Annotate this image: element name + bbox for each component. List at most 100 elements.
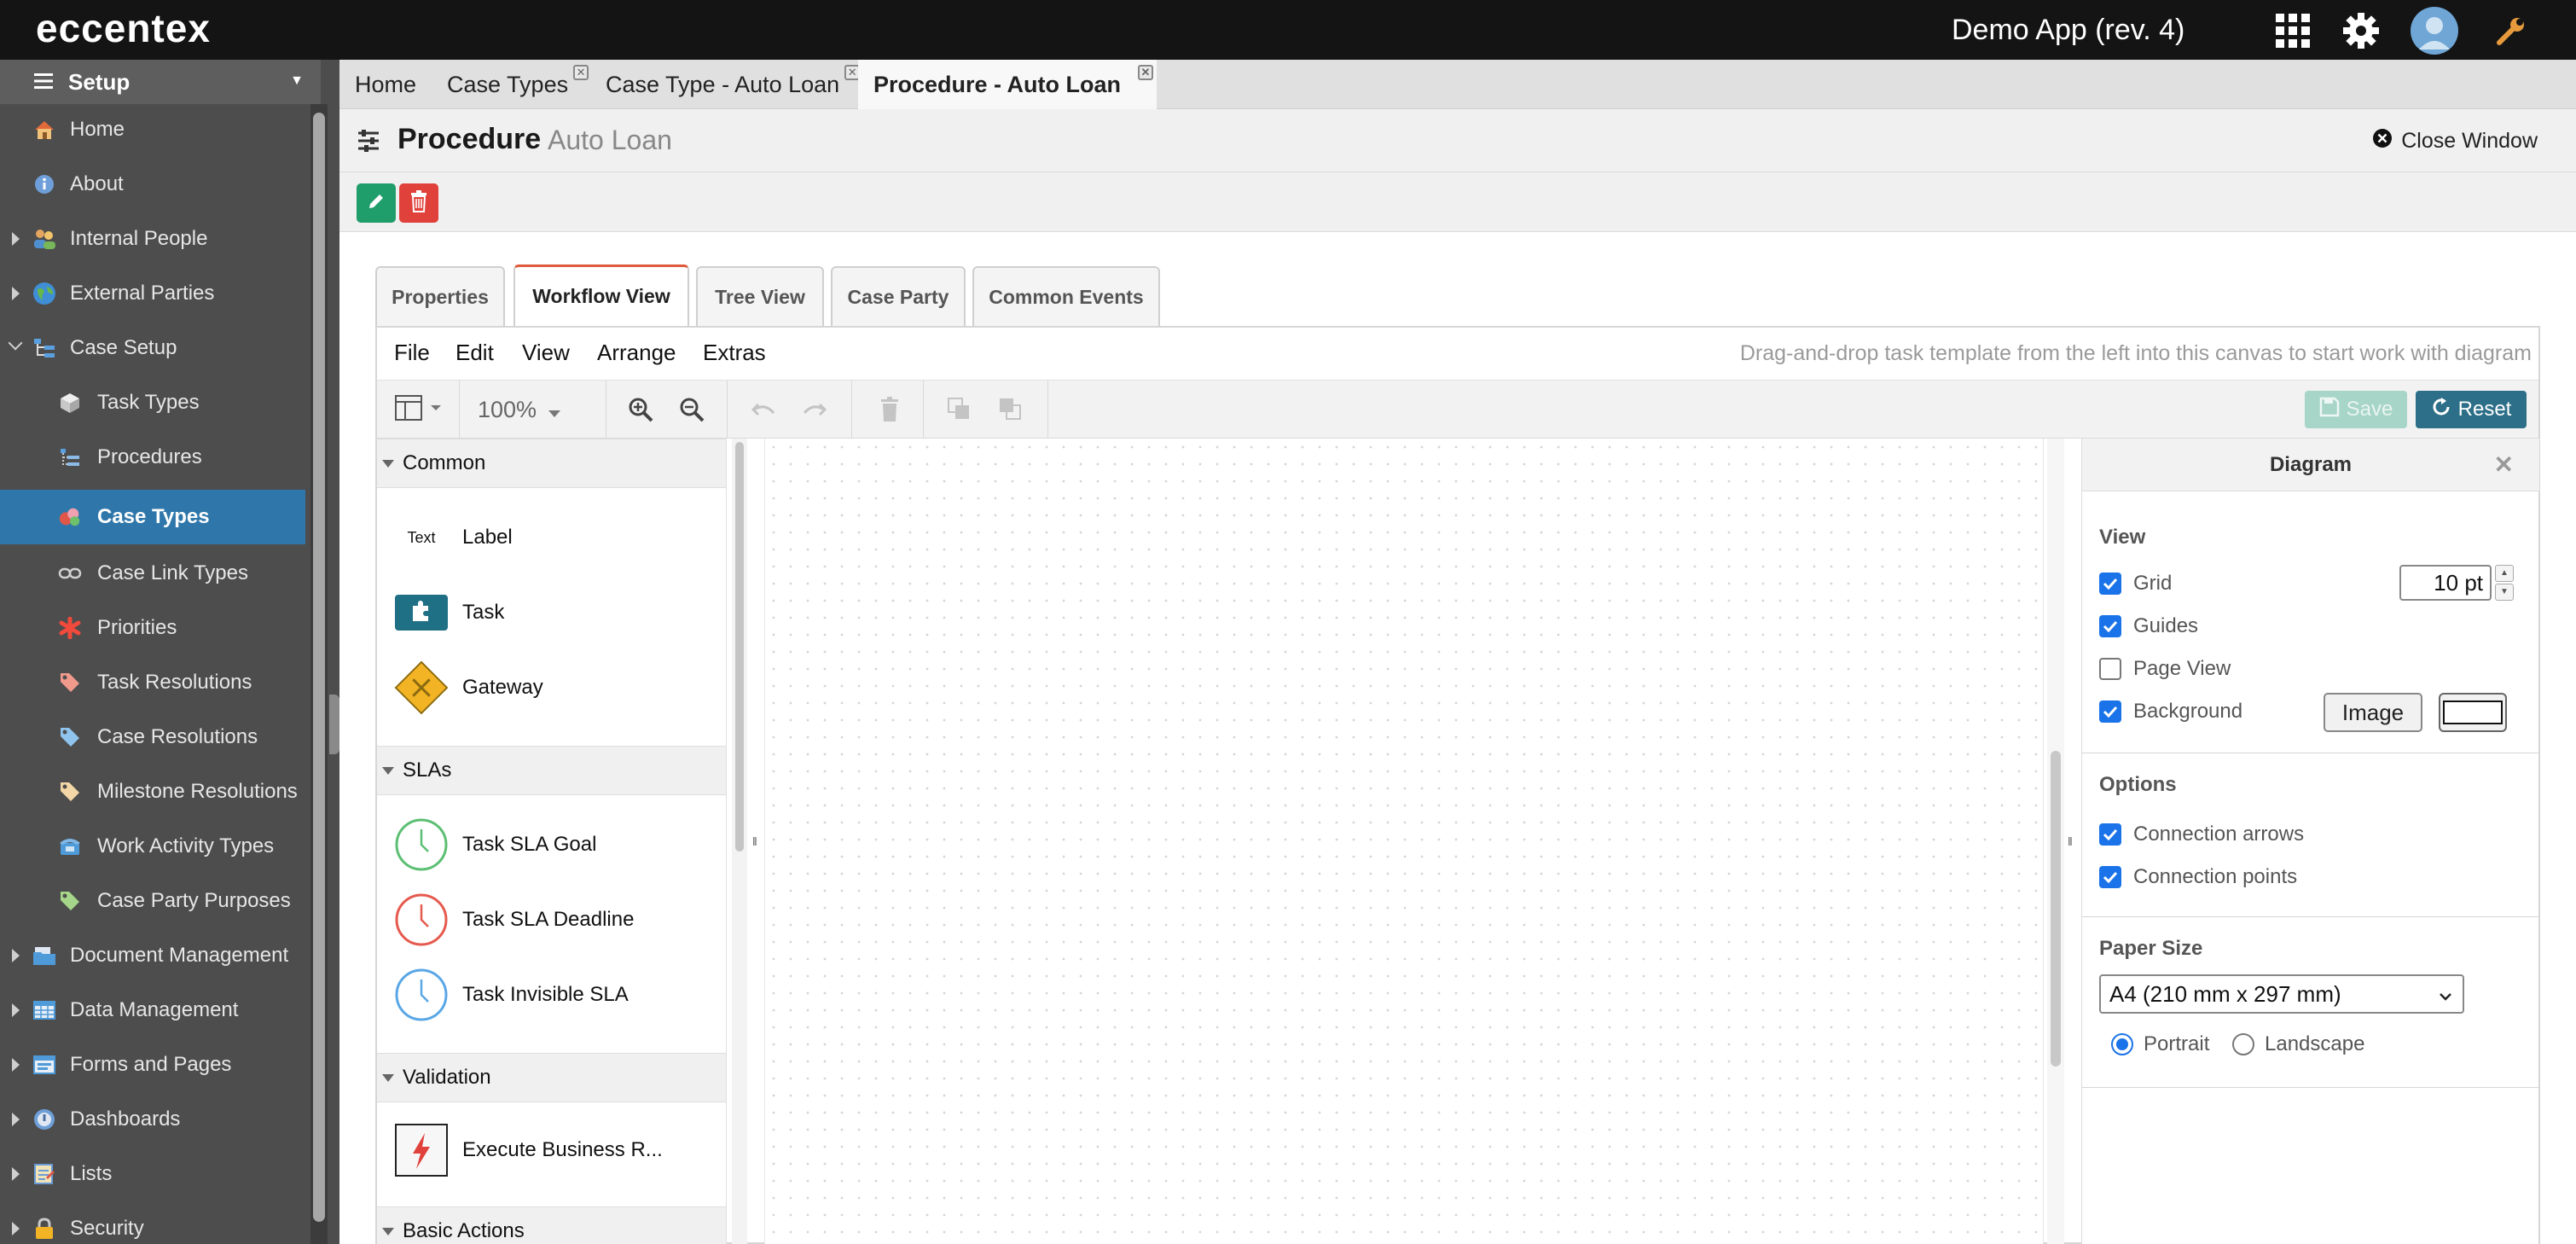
expand-arrow-icon[interactable]	[12, 949, 20, 962]
grid-checkbox[interactable]: Grid	[2099, 567, 2172, 601]
portrait-radio[interactable]: Portrait	[2111, 1027, 2209, 1061]
tab-properties[interactable]: Properties	[375, 266, 505, 326]
sidebar-item-case-resolutions[interactable]: Case Resolutions	[0, 710, 305, 764]
sidebar-item-milestone-resolutions[interactable]: Milestone Resolutions	[0, 764, 305, 819]
collapse-arrow-icon[interactable]	[8, 335, 23, 351]
sidebar-item-lists[interactable]: Lists	[0, 1147, 305, 1201]
checkbox-checked[interactable]	[2099, 866, 2121, 888]
tab-case-types[interactable]: Case Types ✕	[432, 60, 589, 109]
close-icon[interactable]: ✕	[2494, 451, 2514, 479]
sidebar-item-case-link-types[interactable]: Case Link Types	[0, 546, 305, 601]
sidebar-scrollbar[interactable]	[310, 104, 328, 1244]
tab-procedure-auto-loan[interactable]: Procedure - Auto Loan ✕	[858, 60, 1157, 109]
background-image-button[interactable]: Image	[2324, 693, 2422, 732]
palette-item-gateway[interactable]: Gateway	[377, 650, 726, 725]
reset-button[interactable]: Reset	[2416, 391, 2527, 428]
tab-common-events[interactable]: Common Events	[972, 266, 1160, 326]
menu-file[interactable]: File	[394, 340, 430, 366]
checkbox-unchecked[interactable]	[2099, 658, 2121, 680]
expand-arrow-icon[interactable]	[12, 1167, 20, 1181]
tab-home[interactable]: Home	[339, 60, 432, 109]
expand-arrow-icon[interactable]	[12, 1113, 20, 1126]
delete-shape-icon[interactable]	[875, 395, 904, 424]
sidebar-item-forms-and-pages[interactable]: Forms and Pages	[0, 1038, 305, 1092]
wrench-icon[interactable]	[2487, 7, 2535, 55]
palette-scrollbar[interactable]	[732, 439, 747, 1244]
apps-grid-icon[interactable]	[2269, 7, 2317, 55]
sidebar-item-work-activity-types[interactable]: Work Activity Types	[0, 819, 305, 874]
to-front-icon[interactable]	[945, 395, 974, 424]
sidebar-item-priorities[interactable]: Priorities	[0, 601, 305, 655]
guides-checkbox[interactable]: Guides	[2099, 609, 2198, 643]
background-checkbox[interactable]: Background	[2099, 695, 2242, 729]
palette-section-validation[interactable]: Validation	[377, 1053, 726, 1102]
palette-item-execute-business-rule[interactable]: Execute Business R...	[377, 1113, 726, 1188]
grid-size-stepper[interactable]: ▲ ▼	[2495, 565, 2515, 601]
sidebar-item-task-types[interactable]: Task Types	[0, 375, 305, 430]
connection-arrows-checkbox[interactable]: Connection arrows	[2099, 817, 2304, 852]
expand-arrow-icon[interactable]	[12, 1058, 20, 1072]
sidebar-item-case-types[interactable]: Case Types	[0, 490, 305, 544]
close-tab-icon[interactable]: ✕	[573, 65, 589, 80]
tab-workflow-view[interactable]: Workflow View	[513, 264, 689, 326]
palette-item-label[interactable]: Text Label	[377, 500, 726, 575]
zoom-in-icon[interactable]	[626, 395, 655, 424]
tab-case-party[interactable]: Case Party	[831, 266, 966, 326]
palette-item-sla-goal[interactable]: Task SLA Goal	[377, 807, 726, 882]
palette-section-slas[interactable]: SLAs	[377, 746, 726, 795]
app-logo[interactable]: eccentex	[36, 5, 211, 51]
sidebar-collapse-handle[interactable]	[329, 695, 339, 754]
sidebar-item-home[interactable]: Home	[0, 102, 305, 157]
expand-arrow-icon[interactable]	[12, 287, 20, 300]
checkbox-checked[interactable]	[2099, 823, 2121, 846]
palette-item-task[interactable]: Task	[377, 575, 726, 650]
redo-icon[interactable]	[800, 395, 829, 424]
landscape-radio[interactable]: Landscape	[2232, 1027, 2364, 1061]
grid-size-input[interactable]: 10 pt	[2399, 565, 2492, 601]
sidebar-item-case-setup[interactable]: Case Setup	[0, 321, 305, 375]
tab-case-type-auto-loan[interactable]: Case Type - Auto Loan ✕	[590, 60, 861, 109]
expand-arrow-icon[interactable]	[12, 1003, 20, 1017]
palette-item-sla-deadline[interactable]: Task SLA Deadline	[377, 882, 726, 957]
page-view-checkbox[interactable]: Page View	[2099, 652, 2231, 686]
sidebar-item-task-resolutions[interactable]: Task Resolutions	[0, 655, 305, 710]
radio-selected[interactable]	[2111, 1033, 2133, 1055]
background-color-button[interactable]	[2439, 693, 2507, 732]
close-window-button[interactable]: Close Window	[2372, 128, 2538, 154]
gear-icon[interactable]	[2337, 7, 2385, 55]
connection-points-checkbox[interactable]: Connection points	[2099, 860, 2297, 894]
checkbox-checked[interactable]	[2099, 700, 2121, 723]
paper-size-select[interactable]: A4 (210 mm x 297 mm)	[2099, 974, 2464, 1014]
close-tab-icon[interactable]: ✕	[1138, 65, 1153, 80]
checkbox-checked[interactable]	[2099, 615, 2121, 637]
sidebar-item-procedures[interactable]: Procedures	[0, 430, 305, 485]
format-panel-toggle[interactable]	[392, 394, 445, 424]
diagram-canvas[interactable]	[764, 439, 2044, 1244]
sidebar-item-case-party-purposes[interactable]: Case Party Purposes	[0, 874, 305, 928]
sidebar-item-dashboards[interactable]: Dashboards	[0, 1092, 305, 1147]
menu-extras[interactable]: Extras	[703, 340, 766, 366]
menu-edit[interactable]: Edit	[455, 340, 494, 366]
expand-arrow-icon[interactable]	[12, 1222, 20, 1235]
checkbox-checked[interactable]	[2099, 573, 2121, 595]
palette-section-basic-actions[interactable]: Basic Actions	[377, 1206, 726, 1244]
sidebar-item-internal-people[interactable]: Internal People	[0, 212, 305, 266]
menu-arrange[interactable]: Arrange	[597, 340, 676, 366]
setup-menu-header[interactable]: Setup ▼	[0, 60, 321, 104]
menu-view[interactable]: View	[522, 340, 570, 366]
zoom-out-icon[interactable]	[677, 395, 706, 424]
sidebar-item-security[interactable]: Security	[0, 1201, 305, 1244]
palette-item-sla-invisible[interactable]: Task Invisible SLA	[377, 957, 726, 1032]
sidebar-item-data-management[interactable]: Data Management	[0, 983, 305, 1038]
edit-button[interactable]	[357, 183, 396, 223]
splitter-handle[interactable]: ‖	[2068, 834, 2073, 848]
undo-icon[interactable]	[749, 395, 778, 424]
zoom-select[interactable]: 100%	[478, 395, 589, 424]
palette-section-common[interactable]: Common	[377, 439, 726, 488]
sidebar-item-document-management[interactable]: Document Management	[0, 928, 305, 983]
canvas-scrollbar[interactable]	[2047, 439, 2064, 1244]
tab-tree-view[interactable]: Tree View	[696, 266, 824, 326]
to-back-icon[interactable]	[996, 395, 1025, 424]
sidebar-item-external-parties[interactable]: External Parties	[0, 266, 305, 321]
avatar[interactable]	[2411, 7, 2458, 55]
